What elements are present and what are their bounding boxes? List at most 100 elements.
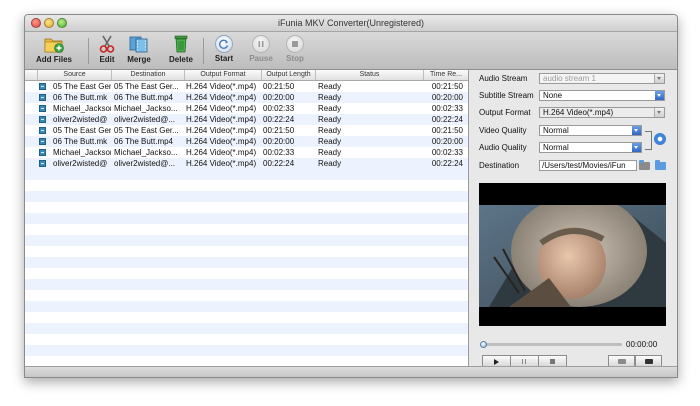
table-row[interactable]: 05 The East Ger 05 The East Ger... H.264…: [25, 125, 468, 136]
audio-stream-select[interactable]: audio stream 1: [539, 73, 665, 84]
file-list-header: Source Destination Output Format Output …: [25, 70, 468, 81]
video-file-icon: [39, 105, 46, 112]
video-quality-value: Normal: [543, 126, 569, 135]
pause-button[interactable]: Pause: [248, 34, 274, 68]
table-row[interactable]: 06 The Butt.mk 06 The Butt.mp4 H.264 Vid…: [25, 136, 468, 147]
toolbar-separator: [203, 38, 204, 64]
column-header-check: [25, 70, 38, 80]
row-status: Ready: [318, 104, 342, 113]
add-files-label: Add Files: [35, 55, 72, 64]
video-file-icon: [39, 138, 46, 145]
edit-button[interactable]: Edit: [95, 34, 119, 68]
browse-folder-icon[interactable]: [639, 160, 650, 170]
row-source: 06 The Butt.mk: [53, 93, 108, 102]
camera-icon: [618, 359, 626, 364]
table-row[interactable]: 06 The Butt.mk 06 The Butt.mp4 H.264 Vid…: [25, 92, 468, 103]
row-source: oliver2wisted@: [53, 115, 108, 124]
merge-button[interactable]: Merge: [125, 34, 153, 68]
trash-icon: [170, 34, 192, 54]
row-time-remaining: 00:02:33: [431, 104, 463, 113]
row-time-remaining: 00:21:50: [431, 82, 463, 91]
stop-icon: [550, 359, 555, 364]
table-row[interactable]: Michael_Jackson Michael_Jackso... H.264 …: [25, 147, 468, 158]
column-header-output-format[interactable]: Output Format: [185, 70, 262, 80]
file-list[interactable]: Source Destination Output Format Output …: [25, 70, 469, 366]
row-format: H.264 Video(*.mp4): [186, 137, 257, 146]
row-format: H.264 Video(*.mp4): [186, 115, 257, 124]
pause-icon: [522, 359, 526, 364]
row-source: oliver2wisted@: [53, 159, 108, 168]
toolbar: Add Files Edit Merge Delete Start Pause …: [25, 32, 677, 70]
playback-progress-track[interactable]: [482, 343, 622, 346]
row-length: 00:20:00: [263, 137, 295, 146]
row-length: 00:22:24: [263, 115, 295, 124]
settings-gear-icon[interactable]: [654, 133, 666, 145]
window-title: iFunia MKV Converter(Unregistered): [277, 18, 425, 28]
column-header-destination[interactable]: Destination: [112, 70, 185, 80]
row-length: 00:02:33: [263, 104, 295, 113]
status-bar: [25, 366, 677, 377]
preview-frame-image: [479, 183, 666, 326]
play-icon: [494, 359, 499, 365]
output-format-label: Output Format: [479, 108, 531, 117]
edit-label: Edit: [99, 55, 115, 64]
start-label: Start: [214, 54, 234, 63]
add-files-icon: [43, 34, 65, 54]
row-source: Michael_Jackson: [53, 148, 111, 157]
column-header-source[interactable]: Source: [38, 70, 112, 80]
row-time-remaining: 00:22:24: [431, 159, 463, 168]
video-quality-select[interactable]: Normal: [539, 125, 642, 136]
table-row[interactable]: oliver2wisted@ oliver2wisted@... H.264 V…: [25, 158, 468, 169]
quality-link-bracket: [645, 131, 652, 150]
video-file-icon: [39, 94, 46, 101]
video-preview: [479, 183, 666, 326]
video-file-icon: [39, 127, 46, 134]
camera-folder-icon: [645, 359, 653, 364]
settings-panel: Audio Stream audio stream 1 Subtitle Str…: [469, 70, 677, 368]
stop-icon: [286, 35, 304, 53]
column-header-output-length[interactable]: Output Length: [262, 70, 316, 80]
audio-quality-select[interactable]: Normal: [539, 142, 642, 153]
video-quality-label: Video Quality: [479, 126, 527, 135]
stop-label: Stop: [286, 54, 304, 63]
row-status: Ready: [318, 159, 342, 168]
add-files-button[interactable]: Add Files: [33, 34, 75, 68]
row-status: Ready: [318, 93, 342, 102]
row-destination: 06 The Butt.mp4: [114, 137, 173, 146]
subtitle-stream-select[interactable]: None: [539, 90, 665, 101]
playback-time: 00:00:00: [626, 340, 658, 349]
row-status: Ready: [318, 82, 342, 91]
row-length: 00:22:24: [263, 159, 295, 168]
row-source: Michael_Jackson: [53, 104, 111, 113]
stop-button[interactable]: Stop: [283, 34, 307, 68]
delete-button[interactable]: Delete: [165, 34, 197, 68]
subtitle-stream-value: None: [543, 91, 563, 100]
title-bar: iFunia MKV Converter(Unregistered): [25, 15, 677, 32]
row-format: H.264 Video(*.mp4): [186, 104, 257, 113]
column-header-status[interactable]: Status: [316, 70, 424, 80]
start-icon: [215, 35, 233, 53]
table-row[interactable]: oliver2wisted@ oliver2wisted@... H.264 V…: [25, 114, 468, 125]
output-format-value: H.264 Video(*.mp4): [543, 108, 614, 117]
app-window: iFunia MKV Converter(Unregistered) Add F…: [24, 14, 678, 378]
row-time-remaining: 00:21:50: [431, 126, 463, 135]
start-button[interactable]: Start: [212, 34, 236, 68]
table-row[interactable]: 05 The East Ger 05 The East Ger... H.264…: [25, 81, 468, 92]
column-header-time-remaining[interactable]: Time Re...: [424, 70, 468, 80]
playback-progress-handle[interactable]: [480, 341, 487, 348]
row-format: H.264 Video(*.mp4): [186, 159, 257, 168]
row-time-remaining: 00:22:24: [431, 115, 463, 124]
audio-stream-label: Audio Stream: [479, 74, 528, 83]
table-row[interactable]: Michael_Jackson Michael_Jackso... H.264 …: [25, 103, 468, 114]
video-file-icon: [39, 83, 46, 90]
row-status: Ready: [318, 148, 342, 157]
destination-label: Destination: [479, 161, 520, 170]
row-format: H.264 Video(*.mp4): [186, 126, 257, 135]
scissors-icon: [96, 34, 118, 54]
row-destination: Michael_Jackso...: [114, 104, 178, 113]
destination-field[interactable]: /Users/test/Movies/iFun: [539, 160, 637, 171]
output-format-select[interactable]: H.264 Video(*.mp4): [539, 107, 665, 118]
video-file-icon: [39, 116, 46, 123]
empty-list-area: [25, 169, 468, 366]
open-folder-icon[interactable]: [655, 160, 666, 170]
